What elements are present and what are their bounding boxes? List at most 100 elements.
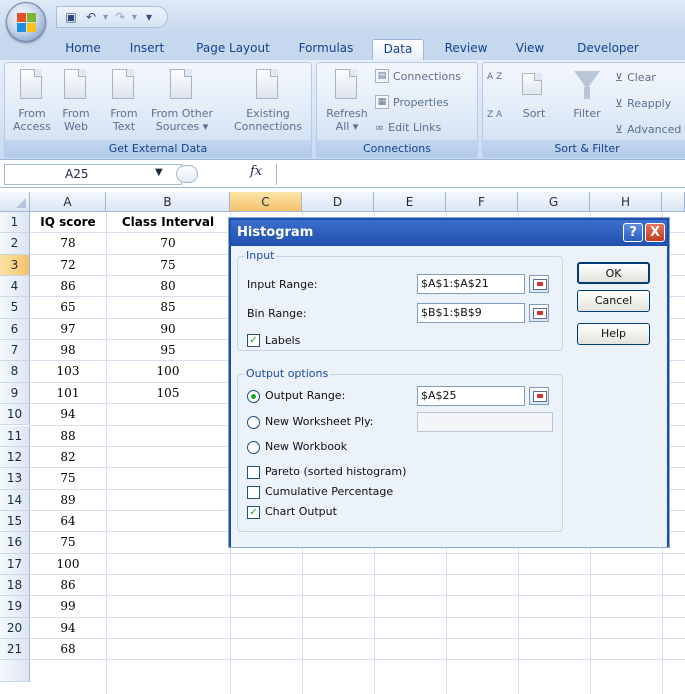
row-header[interactable]: 1	[0, 212, 30, 234]
clear-button[interactable]: ⊻ Clear	[615, 71, 656, 84]
from-text-button[interactable]: From Text	[103, 69, 145, 133]
row-header[interactable]: 4	[0, 276, 30, 298]
row-header[interactable]: 12	[0, 446, 30, 469]
row-header[interactable]	[0, 660, 30, 682]
new-workbook-radio[interactable]	[247, 441, 260, 454]
cell-b7[interactable]: 95	[106, 343, 230, 357]
existing-connections-button[interactable]: Existing Connections	[227, 69, 309, 133]
edit-links-button[interactable]: ∞ Edit Links	[375, 121, 441, 134]
collapse-dialog-icon[interactable]	[529, 387, 549, 405]
insert-function-icon[interactable]: fx	[250, 164, 262, 179]
tab-home[interactable]: Home	[58, 39, 108, 60]
row-header[interactable]: 10	[0, 404, 30, 426]
collapse-dialog-icon[interactable]	[529, 304, 549, 322]
row-header[interactable]: 18	[0, 574, 30, 597]
new-worksheet-ply-radio[interactable]	[247, 416, 260, 429]
from-web-button[interactable]: From Web	[55, 69, 97, 133]
cell-b4[interactable]: 80	[106, 279, 230, 293]
cumulative-percentage-checkbox[interactable]	[247, 486, 260, 499]
undo-dropdown-icon[interactable]: ▾	[103, 12, 108, 23]
refresh-all-button[interactable]: Refresh All ▾	[321, 69, 373, 133]
labels-checkbox[interactable]: ✓	[247, 334, 260, 347]
help-icon[interactable]: ?	[623, 223, 643, 242]
chart-output-checkbox[interactable]: ✓	[247, 506, 260, 519]
row-header[interactable]: 19	[0, 596, 30, 618]
cell-a3[interactable]: 72	[30, 258, 106, 272]
cell-a15[interactable]: 64	[30, 514, 106, 528]
collapse-dialog-icon[interactable]	[529, 275, 549, 293]
new-worksheet-ply-field[interactable]	[417, 412, 553, 432]
output-range-field[interactable]: $A$25	[417, 386, 525, 406]
tab-review[interactable]: Review	[438, 39, 494, 60]
column-header-h[interactable]: H	[590, 192, 662, 212]
tab-insert[interactable]: Insert	[120, 39, 174, 60]
ok-button[interactable]: OK	[577, 262, 650, 284]
row-header[interactable]: 17	[0, 553, 30, 575]
input-range-field[interactable]: $A$1:$A$21	[417, 274, 525, 294]
row-header[interactable]: 15	[0, 510, 30, 533]
cell-a1[interactable]: IQ score	[30, 215, 106, 229]
from-other-sources-button[interactable]: From Other Sources ▾	[145, 69, 219, 133]
cell-a11[interactable]: 88	[30, 429, 106, 443]
row-header[interactable]: 16	[0, 532, 30, 554]
cell-b9[interactable]: 105	[106, 386, 230, 400]
formula-bar-resize-handle[interactable]	[176, 165, 198, 183]
save-icon[interactable]: ▣	[63, 9, 79, 25]
cell-a9[interactable]: 101	[30, 386, 106, 400]
customize-icon[interactable]: ▾	[141, 9, 157, 25]
cell-b6[interactable]: 90	[106, 322, 230, 336]
name-box[interactable]: A25 ▼	[4, 164, 182, 185]
cell-a17[interactable]: 100	[30, 557, 106, 571]
cell-a16[interactable]: 75	[30, 535, 106, 549]
redo-icon[interactable]: ↷	[112, 9, 128, 25]
cell-b1[interactable]: Class Interval	[106, 215, 230, 229]
row-header[interactable]: 20	[0, 617, 30, 639]
cell-a10[interactable]: 94	[30, 407, 106, 421]
cell-b3[interactable]: 75	[106, 258, 230, 272]
from-access-button[interactable]: From Access	[11, 69, 53, 133]
redo-dropdown-icon[interactable]: ▾	[132, 12, 137, 23]
column-header-g[interactable]: G	[518, 192, 590, 212]
row-header[interactable]: 9	[0, 382, 30, 405]
cell-a18[interactable]: 86	[30, 578, 106, 592]
column-header-c[interactable]: C	[230, 192, 302, 212]
column-header-b[interactable]: B	[106, 192, 230, 212]
column-header-e[interactable]: E	[374, 192, 446, 212]
cell-b8[interactable]: 100	[106, 364, 230, 378]
cell-b2[interactable]: 70	[106, 236, 230, 250]
cell-a20[interactable]: 94	[30, 621, 106, 635]
undo-icon[interactable]: ↶	[83, 9, 99, 25]
row-header[interactable]: 14	[0, 489, 30, 511]
tab-developer[interactable]: Developer	[568, 39, 648, 60]
cell-a12[interactable]: 82	[30, 450, 106, 464]
reapply-button[interactable]: ⊻ Reapply	[615, 97, 671, 110]
sort-ascending-button[interactable]: A Z	[487, 73, 502, 82]
filter-button[interactable]: Filter	[567, 69, 607, 120]
advanced-button[interactable]: ⊻ Advanced	[615, 123, 681, 136]
close-icon[interactable]: X	[645, 223, 665, 242]
row-header[interactable]: 2	[0, 233, 30, 255]
sort-descending-button[interactable]: Z A	[487, 111, 502, 120]
sort-button[interactable]: Sort	[513, 69, 555, 120]
cancel-button[interactable]: Cancel	[577, 290, 650, 312]
properties-button[interactable]: ▦ Properties	[375, 95, 449, 109]
cell-a14[interactable]: 89	[30, 493, 106, 507]
tab-page-layout[interactable]: Page Layout	[188, 39, 278, 60]
office-button[interactable]	[6, 2, 46, 42]
select-all-corner[interactable]	[0, 192, 30, 212]
row-header[interactable]: 11	[0, 425, 30, 447]
tab-view[interactable]: View	[508, 39, 552, 60]
column-header-a[interactable]: A	[30, 192, 106, 212]
cell-a8[interactable]: 103	[30, 364, 106, 378]
connections-button[interactable]: ▤ Connections	[375, 69, 461, 83]
row-header[interactable]: 8	[0, 361, 30, 383]
cell-a5[interactable]: 65	[30, 300, 106, 314]
tab-data[interactable]: Data	[372, 39, 424, 60]
row-header[interactable]: 5	[0, 297, 30, 319]
row-header[interactable]: 21	[0, 639, 30, 661]
cell-a13[interactable]: 75	[30, 471, 106, 485]
cell-a21[interactable]: 68	[30, 642, 106, 656]
cell-a4[interactable]: 86	[30, 279, 106, 293]
pareto-checkbox[interactable]	[247, 466, 260, 479]
row-header[interactable]: 6	[0, 318, 30, 341]
